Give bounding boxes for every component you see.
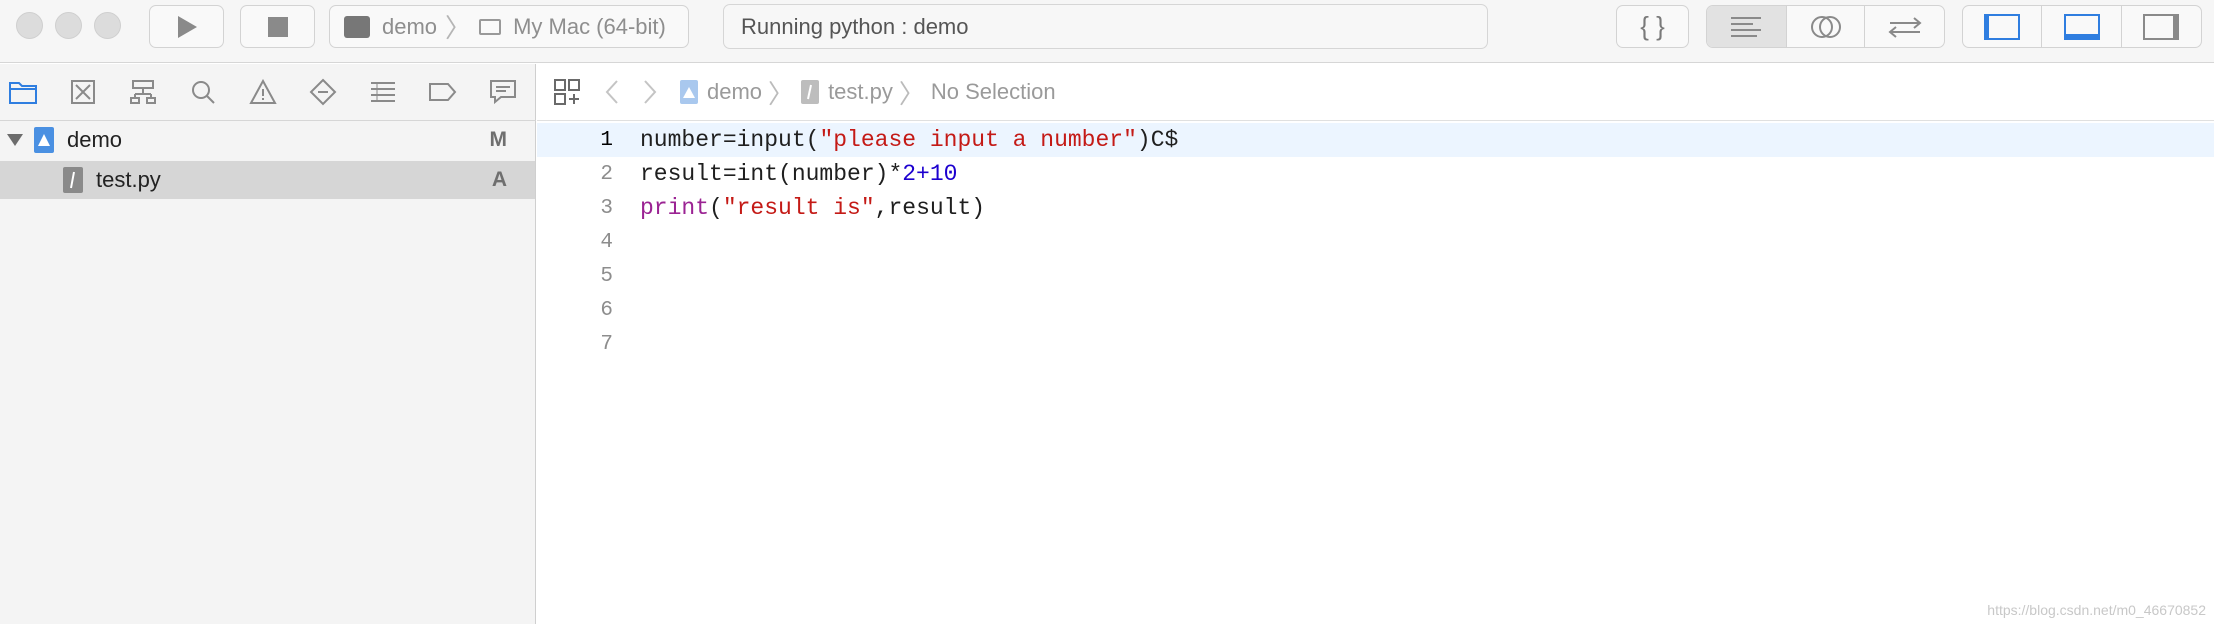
- arrows-icon: [1888, 16, 1922, 38]
- debug-navigator-tab[interactable]: [368, 77, 398, 107]
- toolbar: demo 〉 My Mac (64-bit) Running python : …: [0, 0, 2214, 63]
- tree-row-file[interactable]: test.py A: [0, 161, 535, 199]
- line-number: 4: [600, 230, 613, 254]
- speech-bubble-icon: [490, 80, 516, 105]
- version-editor-button[interactable]: [1865, 6, 1944, 47]
- folder-icon: [9, 82, 37, 104]
- source-control-icon: [71, 80, 95, 104]
- code-line[interactable]: 6: [537, 293, 2214, 327]
- panel-bottom-icon: [2063, 13, 2100, 40]
- tree-row-project[interactable]: demo M: [0, 121, 535, 159]
- line-number: 7: [600, 332, 613, 356]
- source-control-badge: M: [489, 128, 508, 151]
- project-icon: [680, 80, 698, 104]
- stop-icon: [267, 16, 288, 37]
- report-navigator-tab[interactable]: [488, 77, 518, 107]
- code-line[interactable]: 1 number=input("please input a number")C…: [537, 123, 2214, 157]
- project-navigator: demo M test.py A: [0, 121, 536, 624]
- chevron-right-icon: 〉: [898, 78, 925, 109]
- line-number: 3: [600, 196, 613, 220]
- python-file-icon: [801, 80, 820, 104]
- project-icon: [34, 127, 54, 153]
- minimize-window-button[interactable]: [55, 12, 82, 39]
- diamond-icon: [309, 78, 337, 106]
- breakpoint-navigator-tab[interactable]: [428, 77, 458, 107]
- issue-navigator-tab[interactable]: [248, 77, 278, 107]
- tree-label: demo: [67, 127, 123, 152]
- close-window-button[interactable]: [16, 12, 43, 39]
- zoom-window-button[interactable]: [94, 12, 121, 39]
- code-text: number=input("please input a number")C$: [640, 127, 1179, 153]
- code-text: print("result is",result): [640, 195, 986, 221]
- scheme-icon: [344, 15, 370, 38]
- toggle-debug-area-button[interactable]: [2042, 6, 2122, 47]
- sidebar-right-icon: [2143, 13, 2180, 40]
- play-icon: [177, 15, 197, 38]
- scheme-project: demo: [382, 13, 438, 39]
- toggle-navigator-button[interactable]: [1963, 6, 2043, 47]
- code-line[interactable]: 5: [537, 259, 2214, 293]
- venn-icon: [1810, 15, 1841, 38]
- line-number: 5: [600, 264, 613, 288]
- code-text: result=int(number)*2+10: [640, 161, 958, 187]
- code-line[interactable]: 4: [537, 225, 2214, 259]
- symbol-navigator-tab[interactable]: [128, 77, 158, 107]
- chevron-right-icon: 〉: [445, 13, 472, 43]
- source-control-navigator-tab[interactable]: [68, 77, 98, 107]
- project-navigator-tab[interactable]: [8, 77, 38, 107]
- jumpbar-file[interactable]: test.py: [828, 79, 893, 105]
- list-icon: [371, 82, 395, 102]
- tree-label: test.py: [96, 167, 161, 192]
- jumpbar-selection[interactable]: No Selection: [931, 79, 1056, 105]
- stop-button[interactable]: [240, 5, 315, 48]
- breakpoint-icon: [429, 83, 457, 101]
- scheme-destination: My Mac (64-bit): [513, 13, 666, 39]
- hierarchy-icon: [130, 80, 156, 104]
- library-button[interactable]: { }: [1616, 5, 1689, 48]
- find-navigator-tab[interactable]: [188, 77, 218, 107]
- related-items-icon[interactable]: [553, 78, 581, 106]
- toggle-inspector-button[interactable]: [2122, 6, 2201, 47]
- mac-icon: [479, 18, 502, 35]
- sidebar-left-icon: [1984, 13, 2021, 40]
- source-editor[interactable]: 1 number=input("please input a number")C…: [537, 121, 2214, 624]
- python-file-icon: [63, 167, 83, 193]
- chevron-right-icon: 〉: [768, 78, 795, 109]
- warning-icon: [249, 79, 277, 104]
- test-navigator-tab[interactable]: [308, 77, 338, 107]
- jumpbar-project[interactable]: demo: [707, 79, 762, 105]
- line-number: 1: [600, 128, 613, 152]
- lines-icon: [1731, 16, 1762, 37]
- standard-editor-button[interactable]: [1707, 6, 1787, 47]
- search-icon: [192, 81, 215, 104]
- line-number: 2: [600, 162, 613, 186]
- braces-icon: { }: [1640, 11, 1665, 41]
- source-control-badge: A: [491, 168, 507, 191]
- back-arrow-icon[interactable]: [605, 79, 619, 105]
- jump-bar: demo 〉 test.py 〉 No Selection: [537, 64, 2214, 121]
- code-line[interactable]: 2 result=int(number)*2+10: [537, 157, 2214, 191]
- editor-mode-control: [1706, 5, 1945, 48]
- code-line[interactable]: 3 print("result is",result): [537, 191, 2214, 225]
- watermark: https://blog.csdn.net/m0_46670852: [1987, 602, 2206, 618]
- navigator-selector-bar: [0, 64, 536, 121]
- scheme-selector[interactable]: demo 〉 My Mac (64-bit): [329, 5, 689, 48]
- panel-toggle-control: [1962, 5, 2202, 48]
- code-line[interactable]: 7: [537, 327, 2214, 361]
- status-text: Running python : demo: [741, 13, 969, 39]
- assistant-editor-button[interactable]: [1787, 6, 1866, 47]
- disclosure-triangle-icon[interactable]: [6, 132, 24, 148]
- forward-arrow-icon[interactable]: [643, 79, 657, 105]
- line-number: 6: [600, 298, 613, 322]
- run-button[interactable]: [149, 5, 224, 48]
- activity-status: Running python : demo: [723, 4, 1488, 49]
